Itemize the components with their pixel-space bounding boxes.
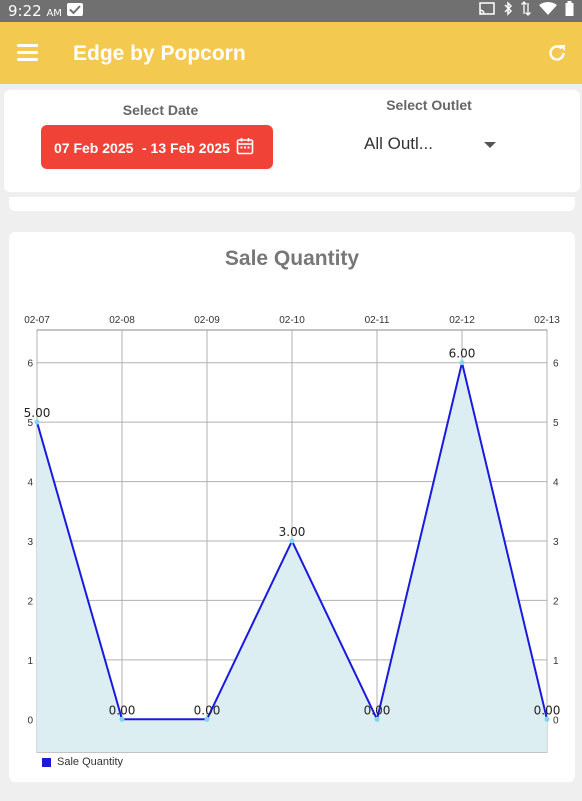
- date-from-text: 07 Feb 2025: [54, 140, 134, 156]
- x-tick-label: 02-09: [194, 315, 220, 326]
- data-point: [459, 360, 465, 366]
- x-tick-label: 02-10: [279, 315, 305, 326]
- y-tick-label-left: 1: [27, 656, 33, 667]
- data-point: [289, 538, 295, 544]
- data-point: [374, 716, 380, 722]
- status-time: 9:22 AM: [8, 2, 62, 20]
- status-time-value: 9:22: [8, 2, 42, 20]
- battery-icon: [565, 1, 574, 21]
- bluetooth-icon: [503, 1, 513, 21]
- chart-legend: Sale Quantity: [42, 756, 123, 768]
- y-tick-label-right: 3: [553, 537, 559, 548]
- x-tick-label: 02-13: [534, 315, 560, 326]
- data-label: 0.00: [364, 703, 391, 717]
- y-tick-label-left: 2: [27, 596, 33, 607]
- collapsed-card: [9, 197, 575, 211]
- x-tick-label: 02-08: [109, 315, 135, 326]
- y-tick-label-right: 1: [553, 656, 559, 667]
- date-to-text: - 13 Feb 2025: [142, 140, 230, 156]
- y-tick-label-left: 0: [27, 715, 33, 726]
- outlet-dropdown[interactable]: All Outl...: [364, 134, 496, 156]
- app-bar: Edge by Popcorn: [0, 22, 582, 84]
- x-tick-label: 02-07: [24, 315, 50, 326]
- data-label: 3.00: [279, 525, 306, 539]
- legend-label: Sale Quantity: [57, 756, 124, 768]
- dropdown-arrow-icon: [484, 142, 496, 148]
- y-tick-label-right: 5: [553, 418, 559, 429]
- cast-icon: [479, 1, 495, 21]
- y-tick-label-left: 3: [27, 537, 33, 548]
- x-tick-label: 02-12: [449, 315, 475, 326]
- status-icons: [479, 1, 574, 21]
- wifi-icon: [539, 1, 557, 21]
- y-tick-label-right: 4: [553, 478, 559, 489]
- data-point: [204, 716, 210, 722]
- x-tick-label: 02-11: [365, 315, 390, 326]
- app-title: Edge by Popcorn: [73, 42, 246, 65]
- menu-icon[interactable]: [17, 44, 39, 62]
- data-point: [119, 716, 125, 722]
- sale-quantity-chart: 0 01 12 23 34 45 56 602-07 02-08 02-09 02-10 02-11 0…: [24, 315, 561, 753]
- data-label: 6.00: [449, 347, 476, 361]
- data-label: 5.00: [24, 406, 51, 420]
- data-label: 0.00: [109, 703, 136, 717]
- chart-card: Sale Quantity 0 0 1 1 2 2 3 3 4 4 5 5 6 6 02-07 02-08 02…: [9, 232, 575, 782]
- outlet-dropdown-value: All Outl...: [364, 134, 433, 153]
- select-outlet-label: Select Outlet: [386, 97, 472, 113]
- data-label: 0.00: [194, 703, 221, 717]
- legend-swatch: [42, 757, 51, 767]
- date-range-button[interactable]: 07 Feb 2025 - 13 Feb 2025: [41, 125, 273, 169]
- data-label: 0.00: [534, 703, 561, 717]
- refresh-icon[interactable]: [546, 42, 568, 64]
- y-tick-label-left: 4: [27, 478, 33, 489]
- check-icon: [67, 3, 83, 16]
- data-point: [34, 419, 40, 425]
- select-date-label: Select Date: [122, 102, 199, 118]
- calendar-icon: [236, 137, 254, 158]
- filter-card: Select Date 07 Feb 2025 - 13 Feb 2025 Se…: [4, 90, 580, 192]
- y-tick-label-left: 6: [27, 359, 33, 370]
- y-tick-label-right: 2: [553, 596, 559, 607]
- data-arrows-icon: [521, 1, 531, 21]
- status-ampm: AM: [46, 8, 62, 19]
- y-tick-label-right: 6: [553, 359, 559, 370]
- data-point: [544, 716, 550, 722]
- status-bar: 9:22 AM: [0, 0, 582, 22]
